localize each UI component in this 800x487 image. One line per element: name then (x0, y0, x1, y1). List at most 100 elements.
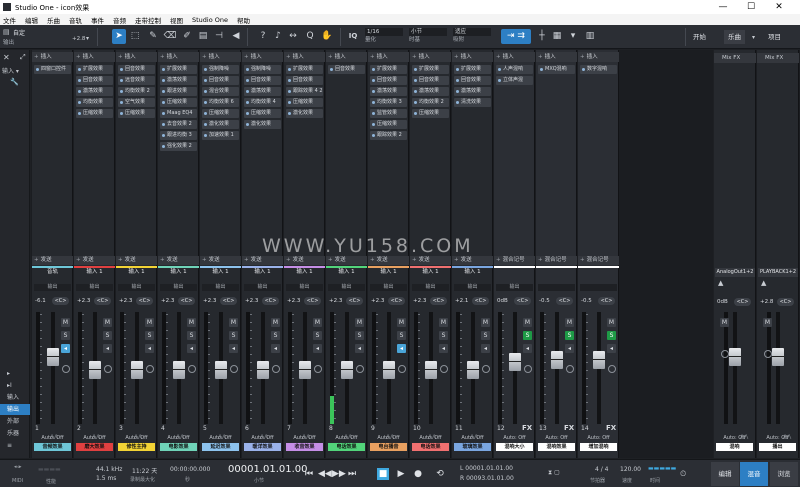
channel-label[interactable]: 音频效果 (34, 443, 71, 451)
menu-audio[interactable]: 音频 (113, 15, 126, 25)
monitor-icon[interactable]: ◂ (187, 344, 196, 353)
insert-slot[interactable]: 回音效果 (328, 65, 365, 74)
chevron-up-icon[interactable]: ▲ (761, 279, 766, 287)
channel-strip[interactable]: + 插入 人声混响 立体声混 + 混合记号 输出 0dB <C> M S ◂ 12 FX Auto: Off… (494, 50, 535, 458)
insert-slot[interactable]: 扩展效果 (76, 65, 113, 74)
pan-control[interactable]: <C> (346, 297, 363, 305)
mixfx-header[interactable]: Mix FX (757, 53, 799, 63)
insert-slot[interactable]: 强制降噪 (244, 65, 281, 74)
menu-view[interactable]: 视图 (170, 15, 183, 25)
automation-mode[interactable]: Auto: Off (328, 435, 365, 441)
menu-transport[interactable]: 走带控制 (135, 15, 161, 25)
pan-control[interactable]: <C> (472, 297, 489, 305)
maximize-button[interactable]: ☐ (738, 0, 764, 14)
pan-knob-icon[interactable] (721, 350, 729, 358)
insert-slot[interactable]: Maag EQ4 (160, 109, 197, 118)
gain-readout[interactable]: -0.5 (581, 297, 592, 305)
insert-slot[interactable]: 均衡效果 2 (118, 87, 155, 96)
pan-knob-icon[interactable] (146, 365, 154, 373)
time-signature[interactable]: 4 / 4 (595, 466, 608, 473)
gain-readout[interactable]: +2.3 (287, 297, 300, 305)
insert-header[interactable]: + 插入 (200, 52, 241, 62)
snap-select[interactable]: 适应 吸附 (453, 28, 491, 44)
automation-mode[interactable]: Auto: Off (496, 435, 533, 441)
gain-readout[interactable]: +2.3 (161, 297, 174, 305)
output-select[interactable]: 输出 (244, 284, 281, 291)
nav-output[interactable]: 输出 (0, 404, 30, 415)
automation-mode[interactable]: Auto: Off (538, 435, 575, 441)
insert-slot[interactable]: 均衡效果 4 (244, 98, 281, 107)
solo-button[interactable]: S (565, 331, 574, 340)
channel-label[interactable]: 暖洋效果 (244, 443, 281, 451)
gain-readout[interactable]: 0dB (717, 298, 728, 306)
channel-label[interactable]: 磨大效果 (76, 443, 113, 451)
pan-control[interactable]: <C> (514, 297, 531, 305)
menu-track[interactable]: 音轨 (69, 15, 82, 25)
output-select[interactable]: 输出 (118, 284, 155, 291)
mute-button[interactable]: M (187, 318, 196, 327)
add-insert-icon[interactable]: + (370, 54, 375, 60)
volume-fader[interactable] (593, 351, 605, 370)
volume-fader[interactable] (509, 353, 521, 372)
insert-slot[interactable]: 激荡效果 (370, 87, 407, 96)
mute-button[interactable]: M (397, 318, 406, 327)
add-insert-icon[interactable]: + (328, 54, 333, 60)
gain-readout[interactable]: +2.3 (329, 297, 342, 305)
monitor-icon[interactable]: ◂ (61, 344, 70, 353)
add-send-icon[interactable]: + (538, 257, 543, 263)
mute-button[interactable]: M (763, 318, 772, 327)
channel-input-name[interactable] (494, 268, 535, 276)
insert-slot[interactable]: 激荡效果 (454, 87, 491, 96)
monitor-icon[interactable]: ◂ (607, 344, 616, 353)
metronome-icon[interactable]: ⧗ ▢ (548, 469, 560, 477)
nav-collapse[interactable]: ▸I (0, 380, 30, 391)
time-display-icon[interactable]: ⏲ (680, 469, 686, 479)
insert-slot[interactable]: 压缩效果 (412, 109, 449, 118)
automation-mode[interactable]: Auto: Off (716, 435, 753, 441)
volume-fader[interactable] (383, 361, 395, 380)
insert-header[interactable]: + 插入 (284, 52, 325, 62)
insert-slot[interactable]: 回音效果 (118, 65, 155, 74)
insert-header[interactable]: + 插入 (32, 52, 73, 62)
insert-slot[interactable]: 跟进效果 (160, 87, 197, 96)
automation-mode[interactable]: Auto: Off (160, 435, 197, 441)
monitor-icon[interactable]: ◂ (103, 344, 112, 353)
insert-slot[interactable]: 远音效果 (118, 76, 155, 85)
output-strip[interactable]: Mix FX AnalogOut1+2 ▲ 0dB <C> M ⋀⋀ Auto: Off 混响 (714, 50, 756, 458)
insert-slot[interactable]: 去音效果 2 (160, 120, 197, 129)
pan-control[interactable]: <C> (598, 297, 615, 305)
output-name[interactable]: AnalogOut1+2 (715, 268, 755, 277)
pan-control[interactable]: <C> (262, 297, 279, 305)
bend-tool-icon[interactable]: ⊣ (212, 29, 226, 44)
add-insert-icon[interactable]: + (580, 54, 585, 60)
gain-readout[interactable]: +2.3 (371, 297, 384, 305)
add-send-icon[interactable]: + (244, 257, 249, 263)
add-send-icon[interactable]: + (580, 257, 585, 263)
solo-button[interactable]: S (271, 331, 280, 340)
channel-strip[interactable]: + 插入 扩展效果 回音效果 激荡效果 均衡效果 压缩效果 + 发送 输入 1 输出 +2.3 <C> M… (74, 50, 115, 458)
autoscroll-button[interactable]: ⇥ ⇉ (501, 29, 531, 44)
channel-input-name[interactable]: 输入 1 (284, 268, 325, 276)
stop-icon[interactable]: ■ (377, 468, 389, 480)
insert-header[interactable]: + 插入 (410, 52, 451, 62)
pan-knob-icon[interactable] (608, 365, 616, 373)
pan-knob-icon[interactable] (566, 365, 574, 373)
listen-tool-icon[interactable]: ♪ (271, 29, 285, 44)
menu-help[interactable]: 帮助 (237, 15, 250, 25)
volume-fader[interactable] (467, 361, 479, 380)
insert-slot[interactable]: 数字混响 (580, 65, 617, 74)
solo-button[interactable]: S (439, 331, 448, 340)
mute-button[interactable]: M (607, 318, 616, 327)
output-select[interactable]: 输出 (34, 284, 71, 291)
iq-button[interactable]: IQ (346, 29, 360, 44)
add-send-icon[interactable]: + (454, 257, 459, 263)
channel-input-name[interactable] (536, 268, 577, 276)
output-select[interactable]: 输出 (412, 284, 449, 291)
mute-button[interactable]: M (271, 318, 280, 327)
automation-mode[interactable]: Auto: Off (118, 435, 155, 441)
solo-button[interactable]: S (481, 331, 490, 340)
pan-control[interactable]: <C> (777, 298, 794, 306)
automation-mode[interactable]: Auto: Off (580, 435, 617, 441)
resize-icon[interactable]: ⤢ (20, 53, 26, 62)
pan-knob-icon[interactable] (272, 365, 280, 373)
